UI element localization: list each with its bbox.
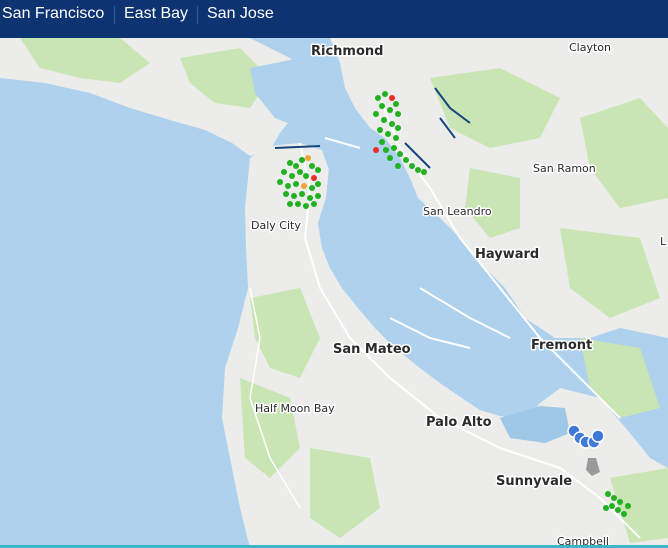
place-label-half-moon-bay: Half Moon Bay	[255, 402, 335, 415]
place-label-clayton: Clayton	[569, 41, 611, 54]
tab-san-francisco[interactable]: San Francisco	[2, 0, 104, 30]
place-label-daly-city: Daly City	[251, 219, 301, 232]
tab-east-bay[interactable]: East Bay	[124, 0, 188, 30]
place-label-palo-alto: Palo Alto	[426, 415, 492, 430]
place-label-sunnyvale: Sunnyvale	[496, 474, 572, 489]
map-canvas: Richmond Clayton San Ramon San Leandro D…	[0, 38, 668, 548]
place-label-san-leandro: San Leandro	[423, 205, 492, 218]
top-nav-bar: San Francisco East Bay San Jose	[0, 0, 668, 38]
place-label-san-ramon: San Ramon	[533, 162, 596, 175]
place-label-richmond: Richmond	[311, 44, 383, 59]
place-label-fremont: Fremont	[531, 338, 592, 353]
place-label-san-mateo: San Mateo	[333, 342, 411, 357]
tab-separator	[197, 6, 198, 24]
place-label-hayward: Hayward	[475, 247, 539, 262]
place-label-edge: L	[660, 235, 667, 248]
tab-separator	[114, 6, 115, 24]
map-view[interactable]: Richmond Clayton San Ramon San Leandro D…	[0, 38, 668, 548]
tab-san-jose[interactable]: San Jose	[207, 0, 274, 30]
